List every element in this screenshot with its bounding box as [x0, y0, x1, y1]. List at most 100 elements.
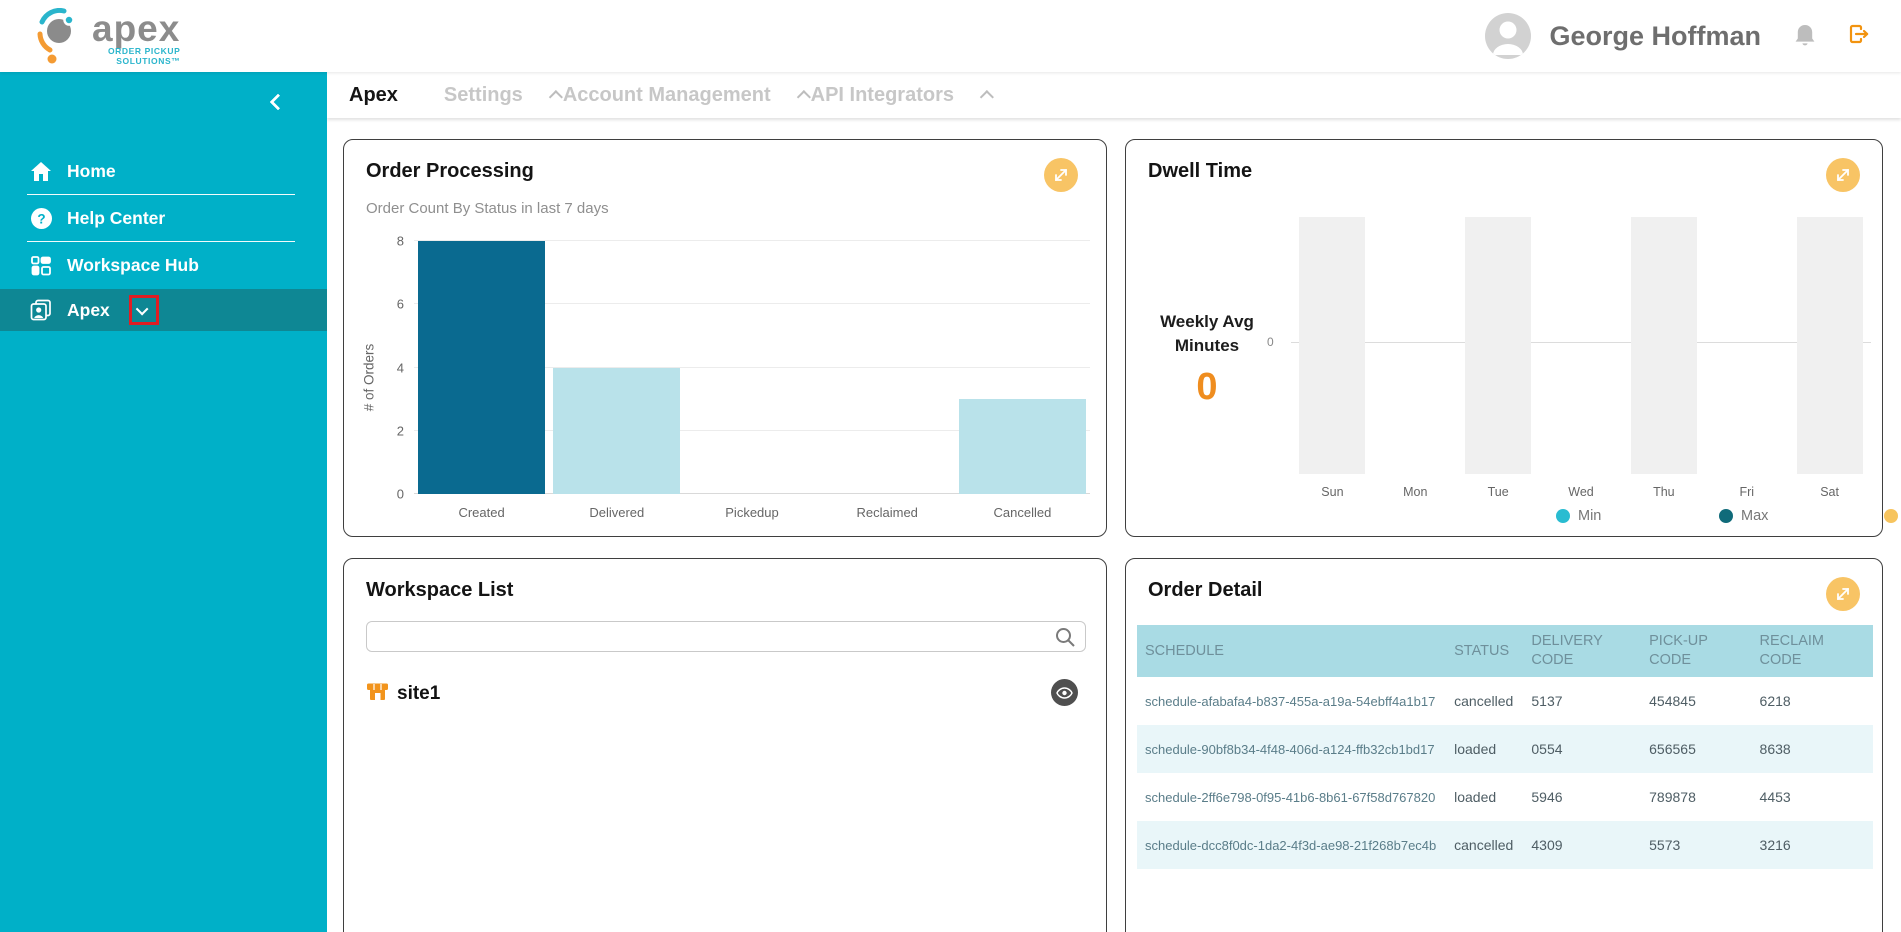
apex-logo: apex ORDER PICKUP SOLUTIONS™ [34, 8, 180, 69]
expand-button[interactable] [1826, 158, 1860, 192]
header-user-area: George Hoffman [1485, 0, 1871, 72]
nav-item-account-management[interactable]: Account Management [563, 84, 771, 107]
workspace-list-card: Workspace List site1 [343, 558, 1107, 932]
card-title: Order Detail [1148, 579, 1262, 602]
day-column-sun: Sun [1291, 217, 1374, 474]
search-icon[interactable] [1054, 626, 1077, 654]
bar-created[interactable] [418, 241, 545, 494]
card-subtitle: Order Count By Status in last 7 days [366, 200, 609, 217]
metric-value: 0 [1132, 366, 1282, 409]
caret-up-icon[interactable] [796, 90, 810, 104]
notifications-bell-icon[interactable] [1793, 23, 1817, 49]
y-axis-tick: 0 [374, 487, 404, 502]
top-nav: Apex Settings Account Management API Int… [327, 72, 1901, 118]
cell-status: cancelled [1446, 821, 1523, 869]
cell-reclaim-code: 6218 [1752, 677, 1873, 725]
background-band [1797, 217, 1863, 474]
x-axis-label: Fri [1705, 485, 1788, 499]
cell-schedule: schedule-afabafa4-b837-455a-a19a-54ebff4… [1137, 677, 1446, 725]
cell-pickup-code: 454845 [1641, 677, 1751, 725]
workspace-hub-icon [30, 255, 52, 277]
y-axis-tick: 0 [1267, 335, 1274, 349]
legend-item-min[interactable]: Min [1556, 508, 1601, 524]
cell-delivery-code: 0554 [1523, 725, 1641, 773]
sidebar-item-label: Help Center [67, 208, 165, 229]
apex-logo-icon [34, 8, 86, 69]
y-axis-tick: 6 [374, 297, 404, 312]
nav-item-apex[interactable]: Apex [349, 84, 398, 107]
table-row[interactable]: schedule-afabafa4-b837-455a-a19a-54ebff4… [1137, 677, 1873, 725]
cell-schedule: schedule-90bf8b34-4f48-406d-a124-ffb32cb… [1137, 725, 1446, 773]
column-header: DELIVERY CODE [1523, 625, 1641, 677]
sidebar-item-label: Home [67, 161, 116, 182]
column-header: SCHEDULE [1137, 625, 1446, 677]
apex-pickup-icon [30, 299, 52, 321]
legend-label: Max [1741, 508, 1768, 524]
x-axis-label: Sun [1291, 485, 1374, 499]
table-row[interactable]: schedule-2ff6e798-0f95-41b6-8b61-67f58d7… [1137, 773, 1873, 821]
avatar[interactable] [1485, 13, 1531, 59]
x-axis-label: Created [414, 505, 549, 520]
table-header-row: SCHEDULESTATUSDELIVERY CODEPICK-UP CODER… [1137, 625, 1873, 677]
logo-wordmark: apex [92, 12, 180, 46]
x-axis-label: Sat [1788, 485, 1871, 499]
help-icon: ? [30, 207, 52, 229]
day-column-fri: Fri [1705, 217, 1788, 474]
nav-item-settings[interactable]: Settings [444, 84, 523, 107]
nav-item-api-integrators[interactable]: API Integrators [811, 84, 954, 107]
chevron-left-icon [270, 94, 287, 111]
user-name: George Hoffman [1549, 21, 1761, 52]
bar-column-pickedup: Pickedup [684, 241, 819, 494]
legend-label: Min [1578, 508, 1601, 524]
x-axis-label: Wed [1540, 485, 1623, 499]
bar-column-delivered: Delivered [549, 241, 684, 494]
legend-item-max[interactable]: Max [1719, 508, 1768, 524]
expand-button[interactable] [1044, 158, 1078, 192]
bar-columns: CreatedDeliveredPickedupReclaimedCancell… [414, 241, 1090, 494]
table-row[interactable]: schedule-dcc8f0dc-1da2-4f3d-ae98-21f268b… [1137, 821, 1873, 869]
logout-icon[interactable] [1847, 22, 1871, 51]
day-column-tue: Tue [1457, 217, 1540, 474]
sidebar-nav: Home ? Help Center [0, 148, 327, 331]
cell-reclaim-code: 4453 [1752, 773, 1873, 821]
bar-cancelled[interactable] [959, 399, 1086, 494]
cell-status: loaded [1446, 773, 1523, 821]
logo-tagline-2: SOLUTIONS™ [92, 56, 180, 66]
view-workspace-button[interactable] [1051, 679, 1078, 706]
sidebar-item-workspace-hub[interactable]: Workspace Hub [27, 242, 295, 289]
bar-delivered[interactable] [553, 368, 680, 495]
cell-delivery-code: 5946 [1523, 773, 1641, 821]
column-header: STATUS [1446, 625, 1523, 677]
order-detail-card: Order Detail SCHEDULESTATUSDELIVERY CODE… [1125, 558, 1883, 932]
background-band [1631, 217, 1697, 474]
cell-status: cancelled [1446, 677, 1523, 725]
x-axis-label: Pickedup [684, 505, 819, 520]
sidebar-item-home[interactable]: Home [27, 148, 295, 195]
cell-reclaim-code: 8638 [1752, 725, 1873, 773]
chevron-down-icon[interactable] [136, 302, 149, 315]
day-column-wed: Wed [1540, 217, 1623, 474]
y-axis-tick: 8 [374, 234, 404, 249]
sidebar-item-apex[interactable]: Apex [0, 289, 327, 331]
legend-item-avg[interactable]: Avg [1884, 508, 1901, 524]
order-processing-chart: 02468CreatedDeliveredPickedupReclaimedCa… [414, 241, 1090, 494]
list-item[interactable]: site1 [366, 677, 1084, 711]
search-input[interactable] [367, 622, 1085, 651]
sidebar-collapse-button[interactable] [267, 92, 289, 114]
workspace-name: site1 [397, 683, 440, 705]
expand-button[interactable] [1826, 577, 1860, 611]
store-icon [366, 681, 389, 708]
background-band [1465, 217, 1531, 474]
metric-label: Weekly Avg [1132, 310, 1282, 334]
sidebar-item-help-center[interactable]: ? Help Center [27, 195, 295, 242]
background-band [1299, 217, 1365, 474]
y-axis-tick: 2 [374, 423, 404, 438]
caret-up-icon[interactable] [549, 90, 563, 104]
table-row[interactable]: schedule-90bf8b34-4f48-406d-a124-ffb32cb… [1137, 725, 1873, 773]
caret-up-icon[interactable] [980, 90, 994, 104]
sidebar-item-label: Workspace Hub [67, 255, 199, 276]
cell-status: loaded [1446, 725, 1523, 773]
column-header: RECLAIM CODE [1752, 625, 1873, 677]
x-axis-label: Reclaimed [820, 505, 955, 520]
y-axis-tick: 4 [374, 360, 404, 375]
